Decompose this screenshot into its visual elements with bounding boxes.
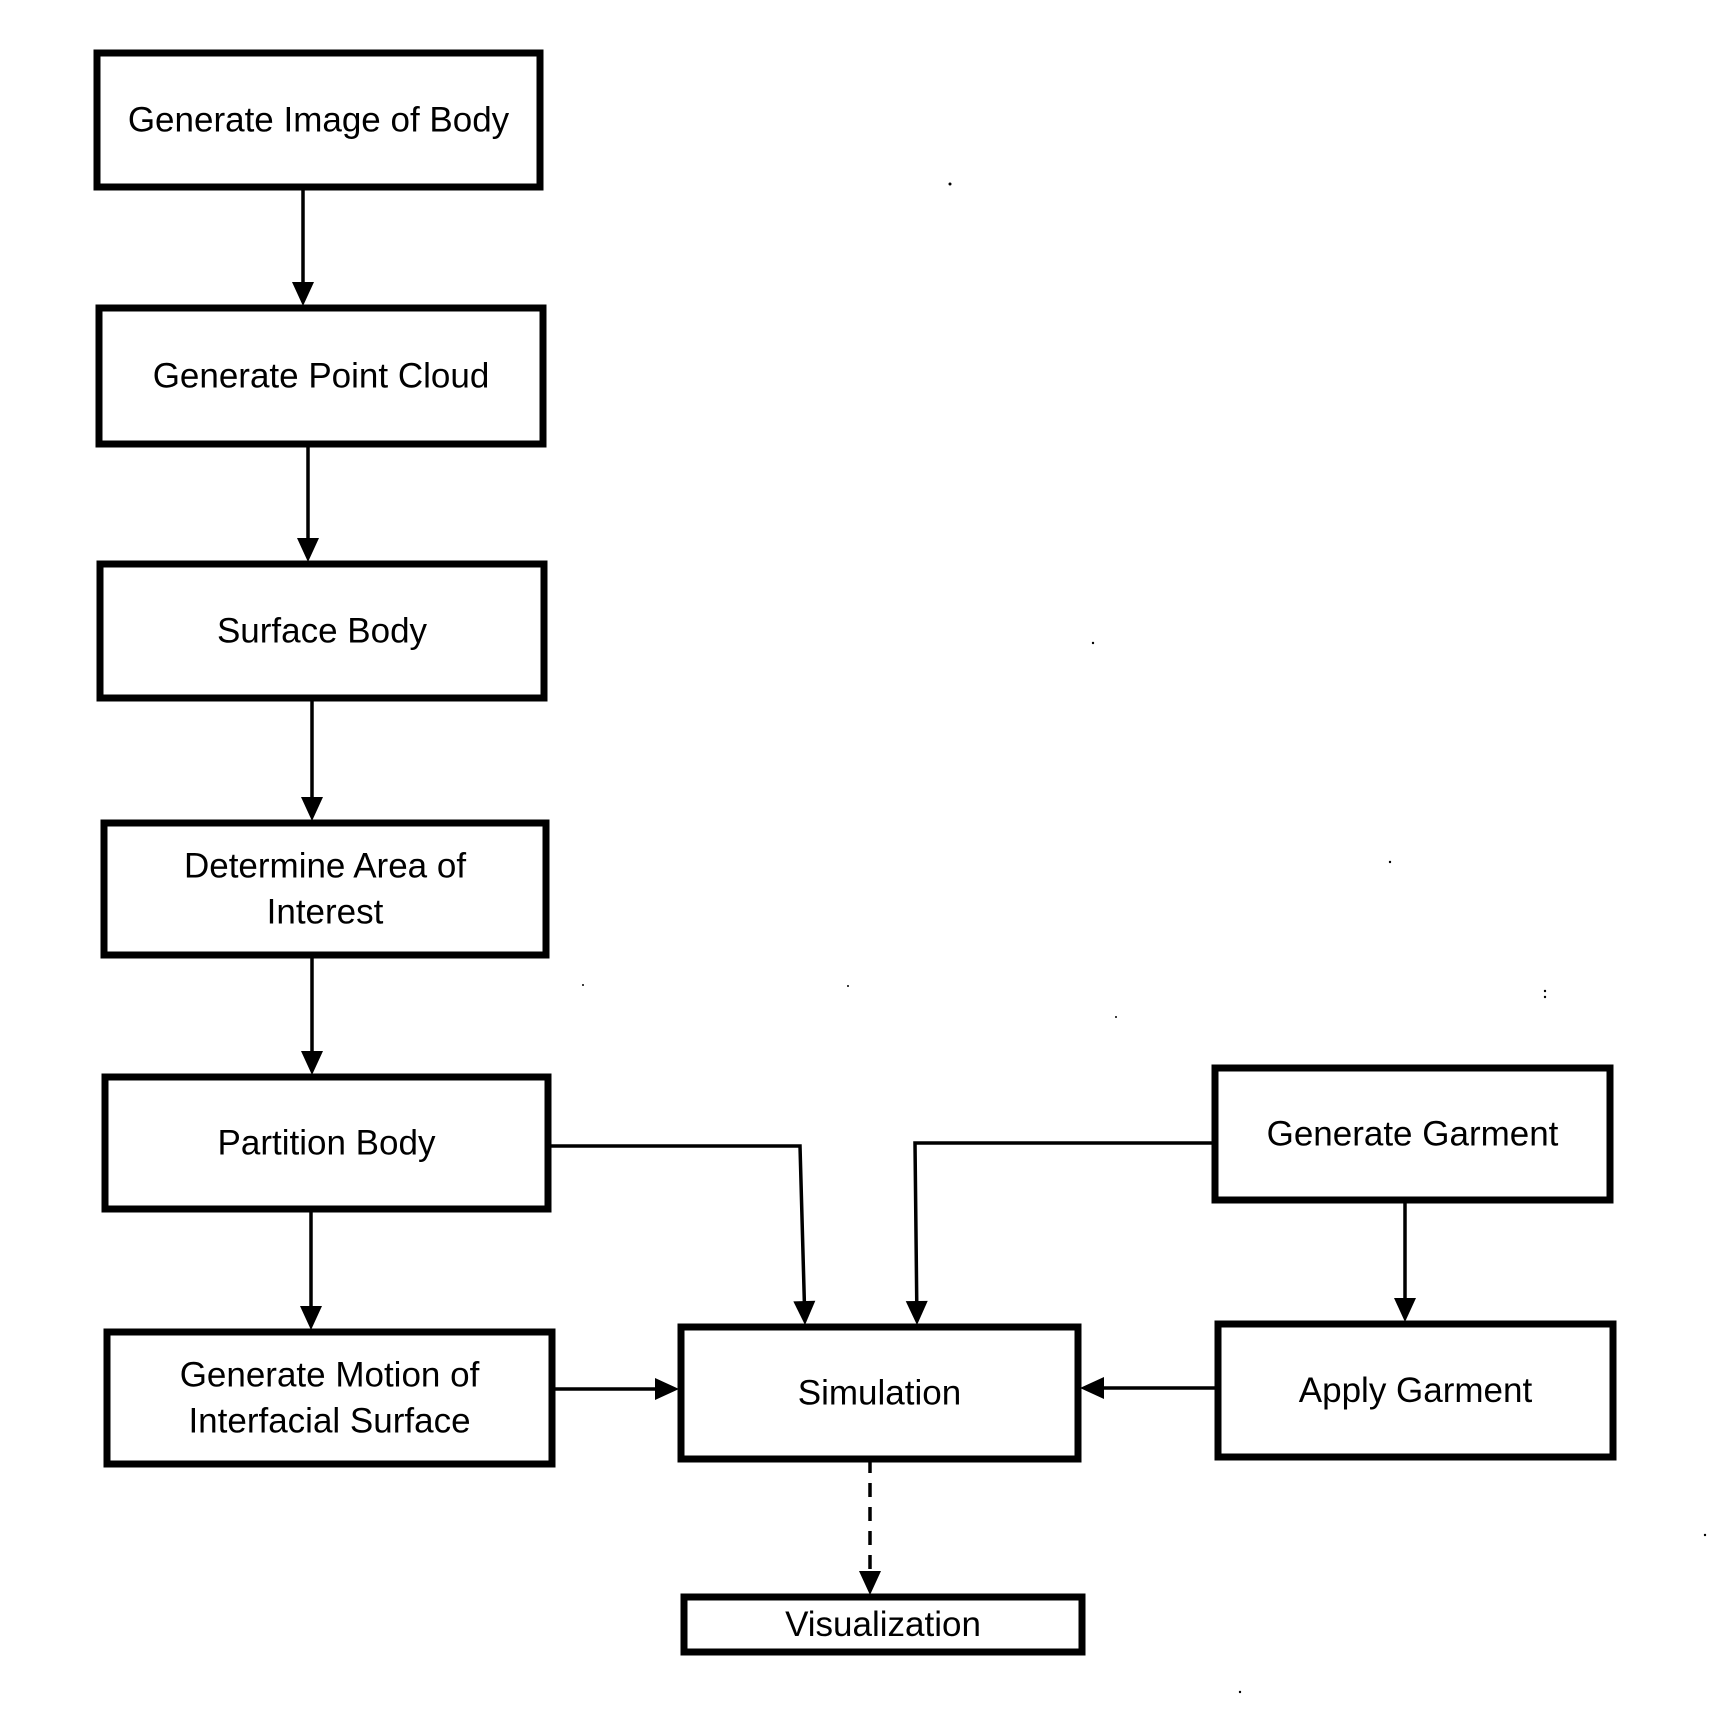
node-generate-motion: Generate Motion of Interfacial Surface	[103, 1328, 556, 1468]
node-label: Generate Image of Body	[128, 101, 510, 140]
node-determine-area: Determine Area of Interest	[100, 819, 550, 959]
scan-speck	[582, 984, 584, 986]
edge-determine-area-to-partition-body	[301, 955, 323, 1075]
node-label: Apply Garment	[1299, 1371, 1533, 1410]
scan-speck	[1238, 1690, 1242, 1694]
process-box	[100, 819, 550, 959]
node-label: Simulation	[798, 1374, 961, 1413]
arrowhead-icon	[793, 1300, 816, 1325]
scan-speck	[1115, 1016, 1117, 1018]
edge-partition-body-to-simulation	[548, 1144, 816, 1325]
scan-specks	[582, 182, 1707, 1694]
arrowhead-icon	[292, 282, 314, 306]
flowchart-canvas: Generate Image of Body Generate Point Clo…	[93, 49, 1707, 1694]
node-partition-body: Partition Body	[101, 1073, 552, 1213]
edge-generate-garment-to-apply-garment	[1394, 1200, 1416, 1322]
connector-line	[913, 1141, 1215, 1306]
node-apply-garment: Apply Garment	[1214, 1320, 1617, 1461]
scan-speck	[1543, 989, 1547, 993]
connector-line	[548, 1144, 807, 1306]
node-simulation: Simulation	[677, 1323, 1082, 1463]
scan-speck	[1543, 995, 1547, 999]
edge-generate-point-cloud-to-surface-body	[297, 444, 319, 562]
node-generate-image: Generate Image of Body	[93, 49, 544, 191]
scan-speck	[1091, 641, 1095, 645]
node-label: Partition Body	[218, 1124, 436, 1163]
arrowhead-icon	[1394, 1298, 1416, 1322]
scan-speck	[1388, 860, 1392, 864]
node-surface-body: Surface Body	[96, 560, 548, 702]
scan-speck	[948, 182, 952, 186]
node-generate-point-cloud: Generate Point Cloud	[95, 304, 547, 448]
nodes-layer: Generate Image of Body Generate Point Clo…	[93, 49, 1617, 1656]
process-box	[103, 1328, 556, 1468]
arrowhead-icon	[300, 1306, 322, 1330]
node-label: Visualization	[785, 1605, 981, 1644]
edge-generate-motion-to-simulation	[552, 1378, 679, 1400]
edge-generate-garment-to-simulation	[905, 1141, 1215, 1325]
node-label: Interfacial Surface	[188, 1402, 470, 1441]
node-generate-garment: Generate Garment	[1211, 1064, 1614, 1204]
node-visualization: Visualization	[680, 1593, 1086, 1656]
arrowhead-icon	[655, 1378, 679, 1400]
edge-apply-garment-to-simulation	[1080, 1377, 1218, 1399]
arrowhead-icon	[1080, 1377, 1104, 1399]
arrowhead-icon	[859, 1571, 881, 1595]
scan-speck	[847, 985, 849, 987]
arrowhead-icon	[301, 1051, 323, 1075]
scan-speck	[1703, 1533, 1707, 1537]
edge-generate-image-to-generate-point-cloud	[292, 187, 314, 306]
node-label: Determine Area of	[184, 847, 466, 886]
node-label: Interest	[267, 893, 384, 932]
node-label: Surface Body	[217, 612, 428, 651]
arrowhead-icon	[301, 797, 323, 821]
arrowhead-icon	[905, 1300, 928, 1325]
node-label: Generate Motion of	[180, 1356, 480, 1395]
edge-surface-body-to-determine-area	[301, 698, 323, 821]
node-label: Generate Garment	[1267, 1115, 1559, 1154]
edge-partition-body-to-generate-motion	[300, 1209, 322, 1330]
edge-simulation-to-visualization	[859, 1459, 881, 1595]
node-label: Generate Point Cloud	[153, 357, 490, 396]
arrowhead-icon	[297, 538, 319, 562]
